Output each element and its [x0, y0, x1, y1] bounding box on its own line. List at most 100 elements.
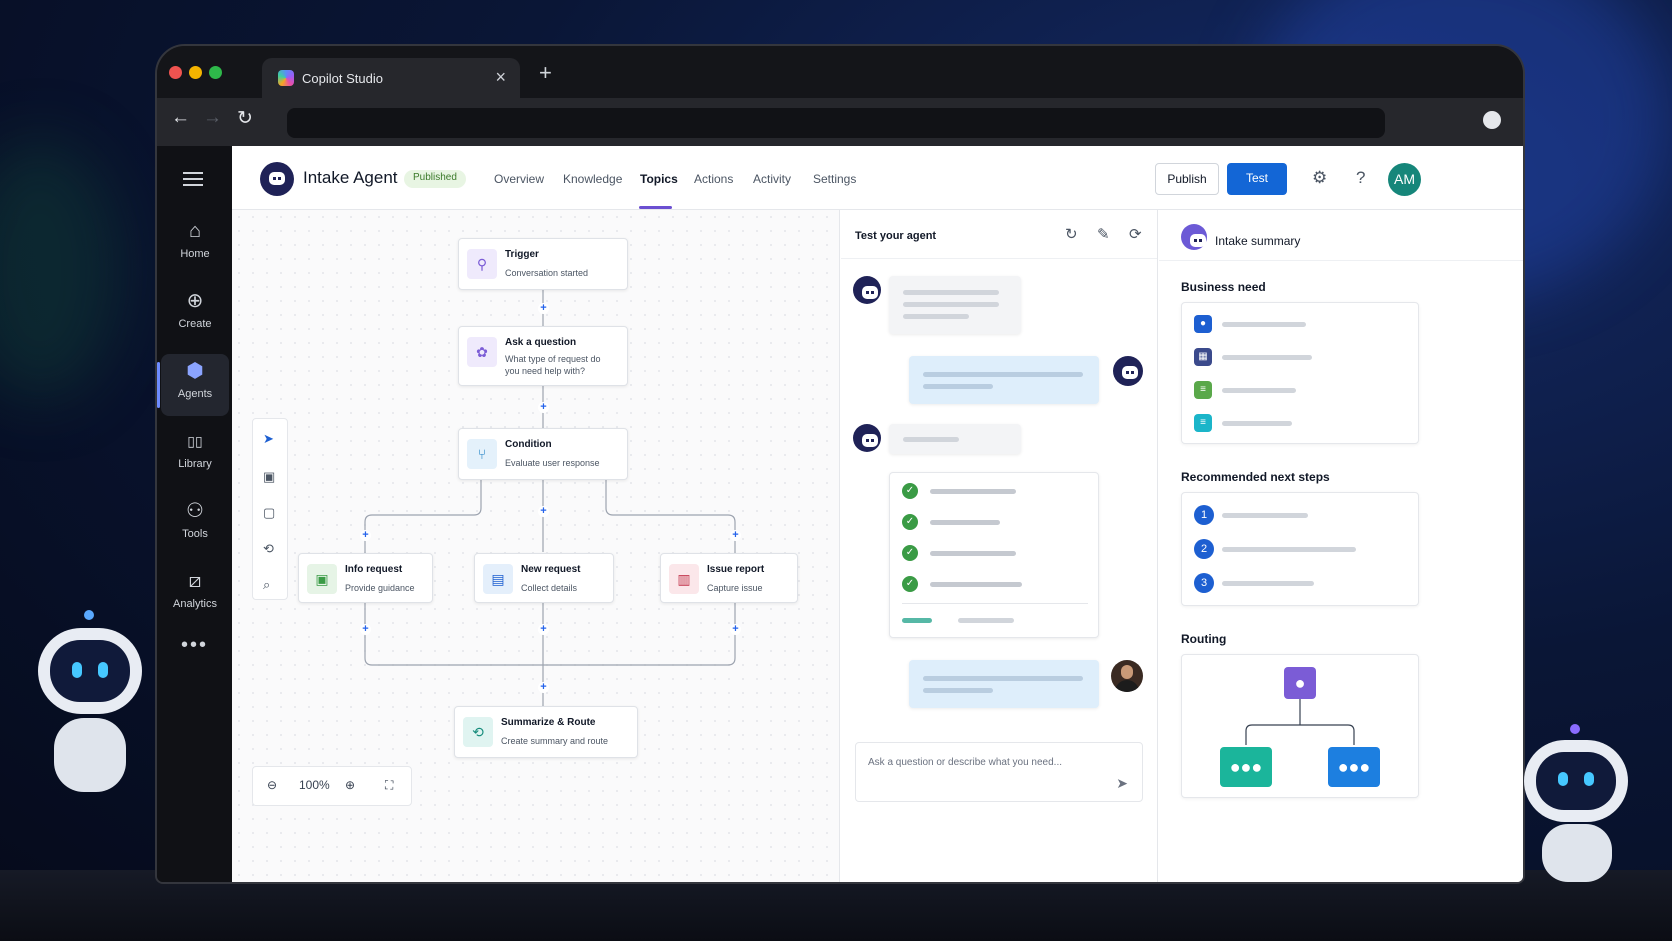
zoom-controls: ⊖ 100% ⊕ ⛶	[252, 766, 412, 806]
sidebar-item-label: Agents	[177, 388, 213, 400]
user-avatar[interactable]: AM	[1388, 163, 1421, 196]
add-node-icon[interactable]: ▣	[263, 469, 275, 485]
maximize-window-dot[interactable]	[209, 66, 222, 79]
background-plant	[0, 140, 120, 400]
create-icon: ⊕	[186, 290, 204, 312]
send-icon[interactable]: ➤	[1116, 775, 1128, 792]
text-placeholder	[1222, 581, 1314, 586]
robot-head	[1524, 740, 1628, 822]
robot-eye	[98, 662, 108, 678]
robot-mascot-left	[20, 610, 170, 850]
add-step-button[interactable]: +	[360, 624, 371, 635]
info-request-icon: ▣	[307, 564, 337, 594]
loop-icon[interactable]: ⟲	[263, 541, 274, 557]
text-placeholder	[923, 384, 993, 389]
sidebar-item-create[interactable]: ⊕ Create	[161, 284, 229, 346]
add-step-button[interactable]: +	[538, 506, 549, 517]
intake-summary-panel: Intake summary Business need ● ▦ ≡ ≡ Rec…	[1159, 210, 1523, 882]
browser-tab-bar: Copilot Studio × +	[157, 46, 1523, 98]
robot-eye	[1584, 772, 1594, 786]
chat-input[interactable]: Ask a question or describe what you need…	[855, 742, 1143, 802]
refresh-icon[interactable]: ⟳	[1129, 225, 1142, 243]
select-pointer-icon[interactable]: ➤	[263, 431, 274, 447]
topic-canvas[interactable]: ⚲ Trigger Conversation started ✿ Ask a q…	[232, 210, 840, 882]
tab-activity[interactable]: Activity	[753, 172, 791, 186]
status-badge: Published	[404, 170, 466, 188]
trigger-node[interactable]: ⚲ Trigger Conversation started	[458, 238, 628, 290]
text-placeholder	[1222, 513, 1308, 518]
add-step-button[interactable]: +	[538, 624, 549, 635]
agent-name: Intake Agent	[303, 168, 398, 187]
add-step-button[interactable]: +	[730, 624, 741, 635]
canvas-toolbar: ➤ ▣ ▢ ⟲ ⌕	[252, 418, 288, 600]
browser-window: Copilot Studio × + ← → ↻ ⌂ Home ⊕ Create…	[155, 44, 1525, 884]
tab-settings[interactable]: Settings	[813, 172, 856, 186]
close-window-dot[interactable]	[169, 66, 182, 79]
summarize-route-node[interactable]: ⟲ Summarize & Route Create summary and r…	[454, 706, 638, 758]
robot-antenna	[84, 610, 94, 620]
browser-tab[interactable]: Copilot Studio ×	[262, 58, 520, 98]
add-step-button[interactable]: +	[538, 682, 549, 693]
robot-eye	[1558, 772, 1568, 786]
condition-node[interactable]: ⑂ Condition Evaluate user response	[458, 428, 628, 480]
add-step-button[interactable]: +	[730, 530, 741, 541]
text-placeholder	[923, 676, 1083, 681]
zoom-in-icon[interactable]: ⊕	[345, 778, 355, 792]
text-placeholder	[1222, 388, 1296, 393]
extension-icon[interactable]	[1483, 111, 1501, 129]
summary-avatar	[1181, 224, 1207, 250]
sidebar-item-agents[interactable]: ⬢ Agents	[157, 354, 229, 416]
address-bar[interactable]	[287, 108, 1385, 138]
tab-overview[interactable]: Overview	[494, 172, 544, 186]
forward-icon[interactable]: →	[203, 107, 222, 129]
sidebar-item-analytics[interactable]: ⧄ Analytics	[161, 564, 229, 626]
new-request-node[interactable]: ▤ New request Collect details	[474, 553, 614, 603]
sidebar-item-label: Analytics	[172, 598, 218, 610]
agents-icon: ⬢	[186, 360, 204, 382]
comment-icon[interactable]: ▢	[263, 505, 275, 521]
tab-topics[interactable]: Topics	[640, 172, 678, 186]
pin-icon[interactable]: ✎	[1097, 225, 1110, 243]
agent-avatar	[853, 424, 881, 452]
search-icon[interactable]: ⌕	[263, 577, 270, 593]
menu-icon[interactable]	[183, 172, 203, 186]
reload-icon[interactable]: ↻	[237, 107, 253, 130]
zoom-out-icon[interactable]: ⊖	[267, 778, 277, 792]
agent-message	[889, 276, 1021, 334]
building-icon: ▦	[1194, 348, 1212, 366]
chat-input-placeholder: Ask a question or describe what you need…	[868, 757, 1063, 768]
new-tab-icon[interactable]: +	[539, 60, 552, 86]
divider	[1159, 260, 1523, 261]
sidebar-item-tools[interactable]: ⚇ Tools	[161, 494, 229, 556]
minimize-window-dot[interactable]	[189, 66, 202, 79]
step-number: 3	[1194, 573, 1214, 593]
info-request-node[interactable]: ▣ Info request Provide guidance	[298, 553, 433, 603]
test-button[interactable]: Test	[1227, 163, 1287, 195]
ask-question-node[interactable]: ✿ Ask a question What type of request do…	[458, 326, 628, 386]
back-icon[interactable]: ←	[171, 107, 190, 129]
gear-icon[interactable]: ⚙	[1312, 168, 1327, 188]
add-step-button[interactable]: +	[538, 402, 549, 413]
robot-eye	[72, 662, 82, 678]
node-title: Ask a question	[505, 337, 577, 348]
sidebar-item-library[interactable]: ▯▯ Library	[161, 424, 229, 486]
fit-to-screen-icon[interactable]: ⛶	[385, 778, 393, 793]
add-step-button[interactable]: +	[538, 303, 549, 314]
node-subtitle: Provide guidance	[345, 583, 415, 593]
node-subtitle: Collect details	[521, 583, 578, 593]
text-placeholder	[923, 688, 993, 693]
sidebar-item-home[interactable]: ⌂ Home	[161, 214, 229, 276]
text-placeholder	[903, 314, 969, 319]
close-tab-icon[interactable]: ×	[495, 67, 506, 88]
tools-icon: ⚇	[186, 500, 204, 522]
divider	[841, 258, 1157, 259]
help-icon[interactable]: ?	[1356, 168, 1365, 188]
publish-button[interactable]: Publish	[1155, 163, 1219, 195]
issue-report-node[interactable]: ▥ Issue report Capture issue	[660, 553, 798, 603]
tab-actions[interactable]: Actions	[694, 172, 733, 186]
add-step-button[interactable]: +	[360, 530, 371, 541]
tab-knowledge[interactable]: Knowledge	[563, 172, 622, 186]
robot-body	[1542, 824, 1612, 882]
reset-icon[interactable]: ↻	[1065, 225, 1078, 243]
node-subtitle: Conversation started	[505, 268, 589, 278]
